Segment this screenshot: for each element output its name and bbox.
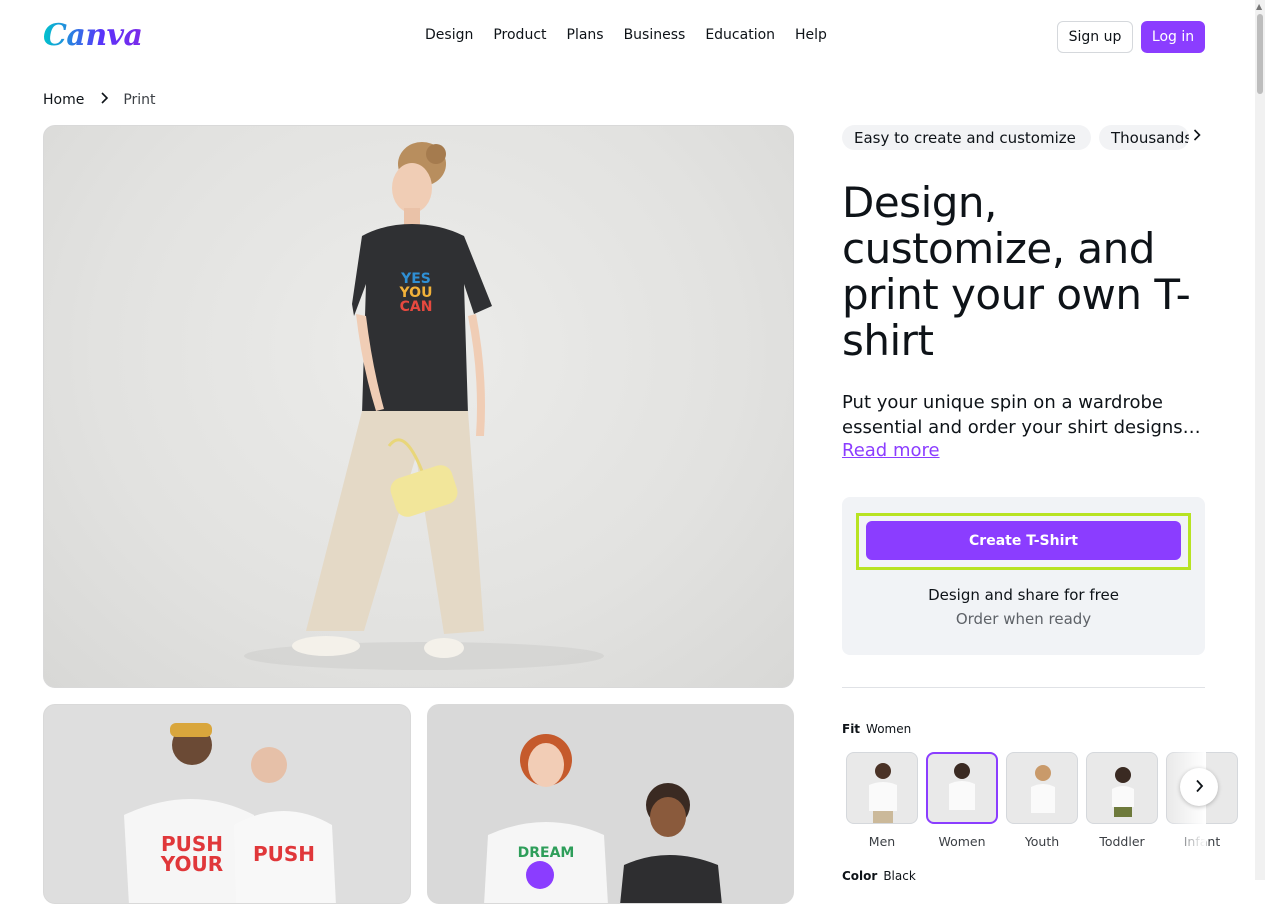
chevron-right-icon (100, 92, 109, 108)
cta-order-text: Order when ready (955, 610, 1092, 628)
nav-business[interactable]: Business (624, 27, 686, 43)
breadcrumb-current: Print (123, 92, 156, 108)
page-title: Design, customize, and print your own T-… (842, 178, 1191, 365)
fit-option-men[interactable] (846, 752, 918, 824)
nav-help[interactable]: Help (795, 27, 827, 43)
fit-caption-youth: Youth (1024, 834, 1060, 849)
fit-caption-toddler: Toddler (1099, 834, 1145, 849)
kids-product-image[interactable]: DREAM (427, 704, 794, 904)
page-description: Put your unique spin on a wardrobe essen… (842, 392, 1201, 438)
canva-logo[interactable]: Canva (43, 18, 143, 53)
nav-plans[interactable]: Plans (567, 27, 604, 43)
scroll-up-arrow-icon[interactable]: ▲ (1256, 2, 1262, 11)
section-divider (842, 687, 1205, 688)
cta-free-text: Design and share for free (928, 586, 1119, 604)
signup-button[interactable]: Sign up (1057, 21, 1133, 53)
chevron-right-icon (1195, 777, 1204, 798)
page-scrollbar[interactable] (1255, 0, 1265, 880)
hero-shirt-text-3: CAN (400, 299, 433, 315)
thumb1-shirt-text-3: PUSH (253, 842, 315, 866)
fit-option-women[interactable] (926, 752, 998, 824)
color-label-title: Color (842, 869, 878, 883)
breadcrumb: Home Print (43, 92, 156, 108)
fit-label: Fit Women (842, 722, 911, 736)
read-more-link[interactable]: Read more (842, 440, 940, 461)
thumb2-shirt-text: DREAM (518, 845, 575, 861)
color-selected-value: Black (883, 869, 916, 883)
feature-chip-thousands[interactable]: Thousands (1099, 125, 1189, 150)
fit-caption-men: Men (868, 834, 896, 849)
fit-selected-value: Women (866, 722, 912, 736)
scrollbar-thumb[interactable] (1257, 14, 1263, 94)
feature-chip-easy[interactable]: Easy to create and customize (842, 125, 1091, 150)
breadcrumb-home[interactable]: Home (43, 92, 84, 108)
fit-carousel-next-button[interactable] (1180, 768, 1218, 806)
main-nav: Design Product Plans Business Education … (425, 27, 847, 43)
chevron-right-icon[interactable] (1193, 126, 1201, 145)
create-tshirt-button[interactable]: Create T-Shirt (866, 521, 1181, 560)
fit-caption-women: Women (938, 834, 986, 849)
nav-education[interactable]: Education (705, 27, 775, 43)
fit-option-toddler[interactable] (1086, 752, 1158, 824)
couple-product-image[interactable]: PUSH YOUR PUSH (43, 704, 411, 904)
nav-product[interactable]: Product (493, 27, 546, 43)
nav-design[interactable]: Design (425, 27, 473, 43)
fit-option-youth[interactable] (1006, 752, 1078, 824)
login-button[interactable]: Log in (1141, 21, 1205, 53)
color-label: Color Black (842, 869, 916, 883)
hero-product-image[interactable]: YES YOU CAN (43, 125, 794, 688)
thumb1-shirt-text-2: YOUR (160, 852, 223, 876)
fit-label-title: Fit (842, 722, 861, 736)
